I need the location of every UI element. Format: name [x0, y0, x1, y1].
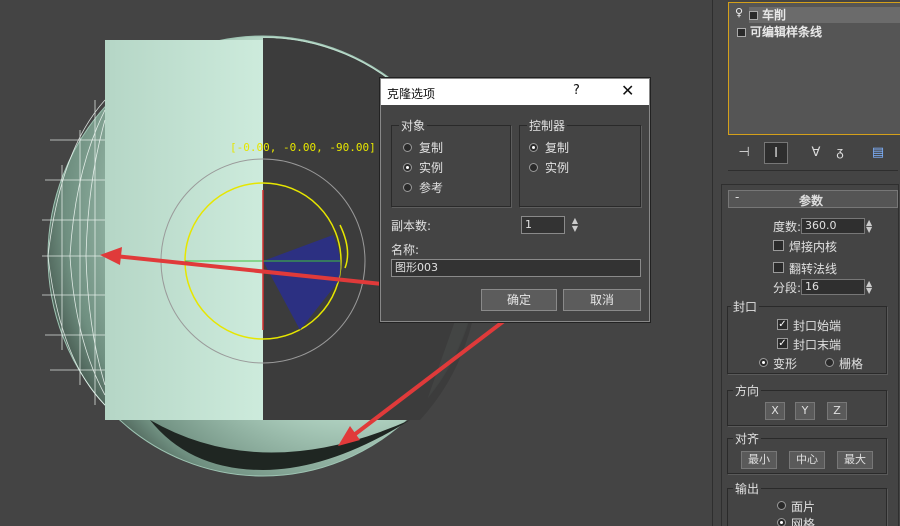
spinner-arrows-icon[interactable]: ▲ ▼ — [572, 217, 578, 233]
grid-label: 栅格 — [839, 357, 864, 371]
output-title: 输出 — [733, 480, 762, 497]
ok-button[interactable]: 确定 — [481, 289, 557, 311]
mesh-label: 网格 — [791, 517, 816, 526]
cap-end-checkbox[interactable]: ✓ — [777, 338, 788, 349]
dialog-titlebar[interactable]: 克隆选项 ? ✕ — [381, 79, 649, 105]
copies-spinner[interactable]: 1 ▲ ▼ — [521, 216, 578, 234]
configure-modifier-sets-icon[interactable]: ▤ — [866, 142, 890, 164]
remove-modifier-icon[interactable]: ᵹ — [828, 142, 852, 164]
expand-icon[interactable] — [737, 28, 746, 37]
weld-core-checkbox[interactable] — [773, 240, 784, 251]
morph-radio[interactable] — [759, 358, 768, 367]
command-panel: ♀ 车削 可编辑样条线 ⊣ Ⅰ ∀ ᵹ ▤ - 参数 度数: 360.0 ▲ ▼ … — [712, 0, 900, 526]
stack-item-label: 车削 — [762, 8, 787, 22]
spinner-arrows-icon[interactable]: ▲ ▼ — [866, 280, 876, 295]
object-instance-label: 实例 — [419, 161, 444, 175]
object-copy-radio[interactable] — [403, 143, 412, 152]
copies-value: 1 — [525, 218, 532, 231]
collapse-icon: - — [735, 190, 740, 204]
object-instance-radio[interactable] — [403, 163, 412, 172]
object-reference-radio[interactable] — [403, 183, 412, 192]
direction-x-button[interactable]: X — [765, 402, 785, 420]
flip-normals-label: 翻转法线 — [789, 262, 838, 276]
align-min-button[interactable]: 最小 — [741, 451, 777, 469]
lightbulb-icon[interactable]: ♀ — [735, 6, 743, 19]
object-group-title: 对象 — [399, 117, 428, 134]
controller-copy-radio[interactable] — [529, 143, 538, 152]
mesh-radio[interactable] — [777, 518, 786, 526]
degrees-label: 度数: — [773, 220, 802, 234]
rollout-title: 参数 — [799, 194, 824, 208]
name-field[interactable]: 图形003 — [391, 259, 641, 277]
direction-y-button[interactable]: Y — [795, 402, 815, 420]
clone-options-dialog: 克隆选项 ? ✕ 对象 复制 实例 参考 控制器 复制 实例 副本数: 1 ▲ ▼… — [380, 78, 650, 322]
segments-spinner[interactable]: 16 ▲ ▼ — [801, 279, 872, 295]
cap-start-checkbox[interactable]: ✓ — [777, 319, 788, 330]
patch-label: 面片 — [791, 500, 816, 514]
controller-group-title: 控制器 — [527, 117, 568, 134]
controller-instance-label: 实例 — [545, 161, 570, 175]
grid-radio[interactable] — [825, 358, 834, 367]
align-title: 对齐 — [733, 430, 762, 447]
make-unique-icon[interactable]: ∀ — [804, 142, 828, 164]
divider — [728, 170, 898, 171]
modifier-stack[interactable]: ♀ 车削 可编辑样条线 — [728, 2, 900, 135]
direction-z-button[interactable]: Z — [827, 402, 847, 420]
stack-item-editable-spline[interactable]: 可编辑样条线 — [737, 23, 823, 39]
controller-instance-radio[interactable] — [529, 163, 538, 172]
dialog-title: 克隆选项 — [387, 87, 436, 101]
pin-icon[interactable]: ⊣ — [732, 142, 756, 164]
patch-radio[interactable] — [777, 501, 786, 510]
name-label: 名称: — [391, 243, 420, 257]
show-end-result-icon[interactable]: Ⅰ — [764, 142, 788, 164]
copies-label: 副本数: — [391, 219, 432, 233]
stack-item-label: 可编辑样条线 — [750, 25, 823, 39]
cancel-button[interactable]: 取消 — [563, 289, 641, 311]
degrees-value: 360.0 — [805, 219, 837, 232]
direction-title: 方向 — [733, 382, 762, 399]
controller-copy-label: 复制 — [545, 141, 570, 155]
segments-value: 16 — [805, 280, 819, 293]
morph-label: 变形 — [773, 357, 798, 371]
stack-item-lathe[interactable]: ♀ 车削 — [735, 6, 787, 22]
stack-toolbar: ⊣ Ⅰ ∀ ᵹ ▤ — [728, 140, 900, 166]
cap-start-label: 封口始端 — [793, 319, 842, 333]
cap-end-label: 封口末端 — [793, 338, 842, 352]
object-copy-label: 复制 — [419, 141, 444, 155]
align-center-button[interactable]: 中心 — [789, 451, 825, 469]
weld-core-label: 焊接内核 — [789, 240, 838, 254]
flip-normals-checkbox[interactable] — [773, 262, 784, 273]
capping-title: 封口 — [731, 298, 760, 315]
spinner-arrows-icon[interactable]: ▲ ▼ — [866, 219, 876, 234]
close-icon[interactable]: ✕ — [621, 81, 634, 100]
degrees-spinner[interactable]: 360.0 ▲ ▼ — [801, 218, 872, 234]
help-icon[interactable]: ? — [573, 83, 580, 98]
object-reference-label: 参考 — [419, 181, 444, 195]
expand-icon[interactable] — [749, 11, 758, 20]
cut-panel — [105, 40, 263, 420]
segments-label: 分段: — [773, 281, 802, 295]
coordinate-readout: [-0.00, -0.00, -90.00] — [230, 141, 376, 154]
parameters-rollout-header[interactable]: - 参数 — [728, 190, 898, 208]
align-max-button[interactable]: 最大 — [837, 451, 873, 469]
